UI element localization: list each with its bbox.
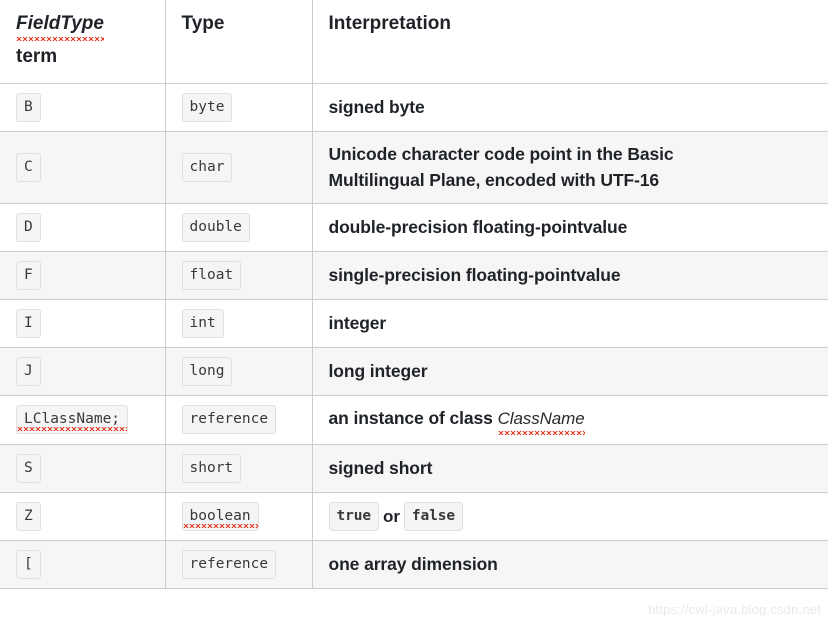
table-row: S short signed short (0, 444, 828, 492)
cell-interpretation: integer (312, 299, 828, 347)
cell-type: double (165, 203, 312, 251)
cell-interpretation: single-precision floating-pointvalue (312, 251, 828, 299)
interpretation-prefix: an instance of class (329, 408, 493, 428)
type-code-chip: float (182, 261, 242, 290)
interpretation-joiner: or (379, 507, 404, 526)
type-code-chip: boolean (182, 502, 259, 531)
cell-type: char (165, 132, 312, 204)
term-code-chip: LClassName; (16, 405, 128, 434)
field-descriptor-table: FieldType term Type Interpretation B byt… (0, 0, 828, 589)
cell-interpretation: Unicode character code point in the Basi… (312, 132, 828, 204)
column-header-type: Type (165, 0, 312, 83)
cell-term: D (0, 203, 165, 251)
cell-interpretation: signed short (312, 444, 828, 492)
cell-term: I (0, 299, 165, 347)
table-row: D double double-precision floating-point… (0, 203, 828, 251)
table-row: B byte signed byte (0, 83, 828, 131)
interpretation-true-chip: true (329, 502, 380, 531)
column-header-interpretation: Interpretation (312, 0, 828, 83)
term-code-chip: D (16, 213, 41, 242)
cell-type: short (165, 444, 312, 492)
type-code-chip: short (182, 454, 242, 483)
cell-type: float (165, 251, 312, 299)
cell-type: long (165, 347, 312, 395)
table-header: FieldType term Type Interpretation (0, 0, 828, 83)
term-code-chip: B (16, 93, 41, 122)
table-row: F float single-precision floating-pointv… (0, 251, 828, 299)
cell-term: F (0, 251, 165, 299)
cell-term: LClassName; (0, 396, 165, 445)
interpretation-false-chip: false (404, 502, 463, 531)
table-row: [ reference one array dimension (0, 540, 828, 588)
table-row: J long long integer (0, 347, 828, 395)
cell-interpretation: an instance of class ClassName (312, 396, 828, 445)
cell-term: [ (0, 540, 165, 588)
cell-term: Z (0, 492, 165, 540)
cell-interpretation: double-precision floating-pointvalue (312, 203, 828, 251)
term-code-chip: C (16, 153, 41, 182)
table-body: B byte signed byte C char Unicode charac… (0, 83, 828, 588)
type-code-chip: int (182, 309, 224, 338)
cell-interpretation: trueorfalse (312, 492, 828, 540)
cell-term: C (0, 132, 165, 204)
type-code-chip: long (182, 357, 233, 386)
cell-interpretation: one array dimension (312, 540, 828, 588)
term-code-chip: [ (16, 550, 41, 579)
type-code-chip: double (182, 213, 250, 242)
table-row: I int integer (0, 299, 828, 347)
cell-type: reference (165, 540, 312, 588)
term-code-chip: F (16, 261, 41, 290)
table-row: C char Unicode character code point in t… (0, 132, 828, 204)
cell-type: byte (165, 83, 312, 131)
interpretation-line-1: Unicode character code point in the Basi… (329, 141, 813, 167)
type-code-chip: reference (182, 550, 277, 579)
type-code-chip: byte (182, 93, 233, 122)
term-code-chip: I (16, 309, 41, 338)
column-header-fieldtype-term: FieldType term (0, 0, 165, 83)
table-row: Z boolean trueorfalse (0, 492, 828, 540)
type-code-chip: reference (182, 405, 277, 434)
cell-term: S (0, 444, 165, 492)
cell-interpretation: long integer (312, 347, 828, 395)
interpretation-line-2: Multilingual Plane, encoded with UTF-16 (329, 167, 813, 193)
interpretation-class-name: ClassName (498, 406, 585, 435)
column-header-fieldtype-label: FieldType (16, 11, 104, 41)
cell-type: reference (165, 396, 312, 445)
cell-type: int (165, 299, 312, 347)
term-code-chip: S (16, 454, 41, 483)
cell-type: boolean (165, 492, 312, 540)
column-header-term-label: term (16, 44, 149, 71)
type-code-chip: char (182, 153, 233, 182)
table-header-row: FieldType term Type Interpretation (0, 0, 828, 83)
cell-term: B (0, 83, 165, 131)
term-code-chip: Z (16, 502, 41, 531)
term-code-chip: J (16, 357, 41, 386)
cell-term: J (0, 347, 165, 395)
cell-interpretation: signed byte (312, 83, 828, 131)
table-row: LClassName; reference an instance of cla… (0, 396, 828, 445)
watermark-url: https://cwl-java.blog.csdn.net (648, 602, 821, 617)
